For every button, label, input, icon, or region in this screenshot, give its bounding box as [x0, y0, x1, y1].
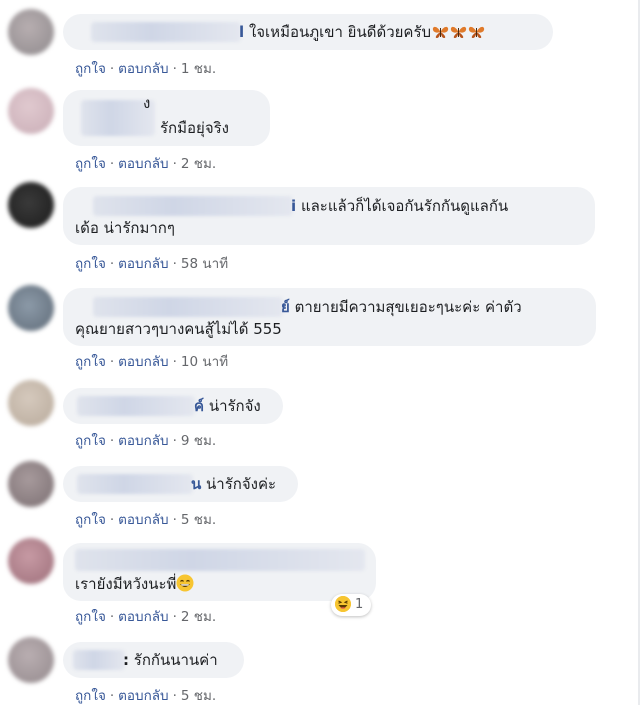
comment-bubble: l ใจเหมือนภูเขา ยินดีด้วยครับ — [63, 14, 553, 50]
comment-actions: ถูกใจ · ตอบกลับ · 1 ชม. — [75, 61, 217, 77]
avatar[interactable] — [8, 461, 54, 507]
reply-link[interactable]: ตอบกลับ — [118, 61, 168, 77]
comment-time[interactable]: 10 นาที — [181, 354, 228, 370]
avatar[interactable] — [8, 637, 54, 683]
comment-bubble: ค์ น่ารักจัง — [63, 388, 283, 424]
commenter-name[interactable] — [73, 650, 125, 670]
commenter-name-tail[interactable]: l — [239, 23, 244, 41]
comment-actions: ถูกใจ · ตอบกลับ · 9 ชม. — [75, 433, 217, 449]
reply-link[interactable]: ตอบกลับ — [118, 256, 168, 272]
commenter-name-tail[interactable]: : — [123, 651, 129, 669]
avatar[interactable] — [8, 380, 54, 426]
butterfly-icon — [450, 23, 467, 38]
reply-link[interactable]: ตอบกลับ — [118, 512, 168, 528]
comment-bubble: ง รักมือยุ่จริง — [63, 90, 270, 146]
like-link[interactable]: ถูกใจ — [75, 433, 106, 449]
comment-time[interactable]: 5 ชม. — [181, 688, 216, 704]
comment-actions: ถูกใจ · ตอบกลับ · 10 นาที — [75, 354, 229, 370]
comment-time[interactable]: 1 ชม. — [181, 61, 216, 77]
commenter-name-tail[interactable]: ย์ — [281, 298, 290, 316]
commenter-name[interactable] — [75, 549, 365, 571]
commenter-name-tail[interactable]: i — [291, 197, 296, 215]
reply-link[interactable]: ตอบกลับ — [118, 354, 168, 370]
reaction-count-value: 1 — [355, 597, 364, 612]
like-link[interactable]: ถูกใจ — [75, 688, 106, 704]
reply-link[interactable]: ตอบกลับ — [118, 688, 168, 704]
comment-actions: ถูกใจ · ตอบกลับ · 58 นาที — [75, 256, 229, 272]
comment-text: เรายังมีหวังนะพี่ — [75, 575, 177, 593]
like-link[interactable]: ถูกใจ — [75, 512, 106, 528]
comment-time[interactable]: 2 ชม. — [181, 156, 216, 172]
comment-text: รักมือยุ่จริง — [160, 119, 229, 137]
commenter-name-tail[interactable]: ค์ — [194, 397, 204, 415]
commenter-name-tail[interactable]: น — [191, 475, 201, 493]
avatar[interactable] — [8, 538, 54, 584]
comment-text: น่ารักจังค่ะ — [206, 475, 277, 493]
comment-text: ใจเหมือนภูเขา ยินดีด้วยครับ — [248, 23, 432, 41]
grinning-face-icon — [176, 573, 194, 595]
avatar[interactable] — [8, 88, 54, 134]
comment-text: ตายายมีความสุขเยอะๆนะค่ะ ค่าตัว — [294, 298, 522, 316]
avatar[interactable] — [8, 9, 54, 55]
comment-bubble: น น่ารักจังค่ะ — [63, 466, 298, 502]
comment-actions: ถูกใจ · ตอบกลับ · 5 ชม. — [75, 512, 217, 528]
comment-time[interactable]: 58 นาที — [181, 256, 228, 272]
reaction-count[interactable]: 1 — [331, 594, 372, 616]
laughing-face-icon — [335, 595, 351, 612]
avatar[interactable] — [8, 182, 54, 228]
comment-bubble: i และแล้วก็ได้เจอกันรักกันดูแลกัน เด้อ น… — [63, 187, 595, 245]
comment-time[interactable]: 2 ชม. — [181, 609, 216, 625]
butterfly-icon — [432, 23, 449, 38]
comment-bubble: ย์ ตายายมีความสุขเยอะๆนะค่ะ ค่าตัว คุณยา… — [63, 288, 596, 346]
commenter-name[interactable] — [93, 196, 293, 216]
commenter-name[interactable] — [91, 22, 241, 42]
comment-text: น่ารักจัง — [208, 397, 261, 415]
comment-text: รักกันนานค่า — [133, 651, 218, 669]
comment-time[interactable]: 9 ชม. — [181, 433, 216, 449]
comment-actions: ถูกใจ · ตอบกลับ · 5 ชม. — [75, 688, 217, 704]
like-link[interactable]: ถูกใจ — [75, 61, 106, 77]
reply-link[interactable]: ตอบกลับ — [118, 433, 168, 449]
comment-text-line2: เด้อ น่ารักมากๆ — [75, 219, 175, 237]
like-link[interactable]: ถูกใจ — [75, 256, 106, 272]
commenter-name[interactable] — [77, 396, 195, 416]
commenter-name-tail[interactable]: ง — [143, 94, 150, 112]
like-link[interactable]: ถูกใจ — [75, 156, 106, 172]
reply-link[interactable]: ตอบกลับ — [118, 609, 168, 625]
like-link[interactable]: ถูกใจ — [75, 354, 106, 370]
like-link[interactable]: ถูกใจ — [75, 609, 106, 625]
comment-text-line2: คุณยายสาวๆบางคนสู้ไม่ได้ 555 — [75, 320, 282, 338]
comment-bubble: เรายังมีหวังนะพี่ — [63, 543, 376, 601]
comment-text: และแล้วก็ได้เจอกันรักกันดูแลกัน — [300, 197, 509, 215]
comment-actions: ถูกใจ · ตอบกลับ · 2 ชม. — [75, 609, 217, 625]
butterfly-icon — [468, 23, 485, 38]
comment-actions: ถูกใจ · ตอบกลับ · 2 ชม. — [75, 156, 217, 172]
comment-bubble: : รักกันนานค่า — [63, 642, 244, 678]
avatar[interactable] — [8, 285, 54, 331]
comment-time[interactable]: 5 ชม. — [181, 512, 216, 528]
commenter-name[interactable] — [77, 474, 193, 494]
reply-link[interactable]: ตอบกลับ — [118, 156, 168, 172]
commenter-name[interactable] — [93, 297, 283, 317]
